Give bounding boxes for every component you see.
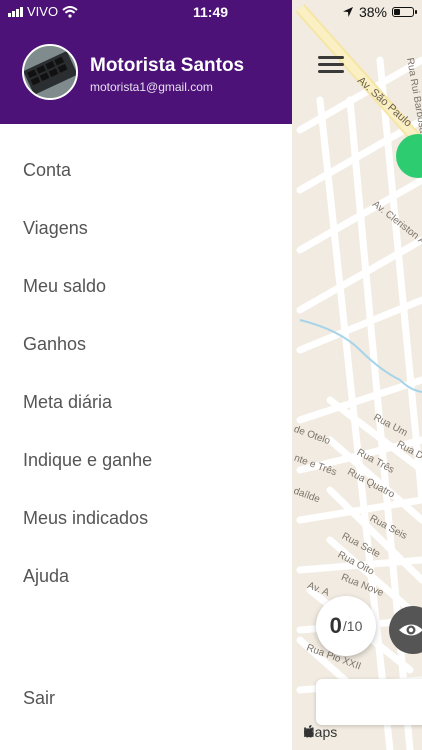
menu-item-indique-e-ganhe[interactable]: Indique e ganhe xyxy=(0,431,292,489)
battery-icon xyxy=(392,7,417,17)
trip-count: 0 xyxy=(329,613,342,638)
trip-total: /10 xyxy=(342,618,363,634)
eye-icon xyxy=(399,624,422,636)
menu-item-meus-indicados[interactable]: Meus indicados xyxy=(0,489,292,547)
status-time: 11:49 xyxy=(193,4,229,20)
user-name: Motorista Santos xyxy=(90,55,245,76)
avatar[interactable] xyxy=(22,44,78,100)
apple-logo-icon xyxy=(304,725,314,738)
hamburger-menu-icon[interactable] xyxy=(318,53,346,77)
navigation-drawer: Motorista Santos motorista1@gmail.com Co… xyxy=(0,0,292,750)
menu-item-viagens[interactable]: Viagens xyxy=(0,199,292,257)
bottom-card[interactable] xyxy=(316,679,422,725)
menu-item-ganhos[interactable]: Ganhos xyxy=(0,315,292,373)
visibility-button[interactable] xyxy=(389,606,422,654)
wifi-icon xyxy=(62,5,78,18)
maps-attribution[interactable]: Maps xyxy=(303,724,337,740)
location-arrow-icon xyxy=(342,7,353,17)
battery-percent: 38% xyxy=(358,4,387,20)
status-left: VIVO xyxy=(8,4,78,19)
trip-counter[interactable]: 0 /10 xyxy=(316,596,376,656)
logout-button[interactable]: Sair xyxy=(0,669,292,727)
menu-item-conta[interactable]: Conta xyxy=(0,141,292,199)
user-email: motorista1@gmail.com xyxy=(90,80,213,94)
menu-item-meu-saldo[interactable]: Meu saldo xyxy=(0,257,292,315)
menu-item-meta-diaria[interactable]: Meta diária xyxy=(0,373,292,431)
avatar-image xyxy=(24,46,76,98)
status-right: 38% xyxy=(342,4,417,20)
menu-item-ajuda[interactable]: Ajuda xyxy=(0,547,292,605)
status-bar: VIVO 11:49 38% xyxy=(0,0,422,24)
drawer-menu: Conta Viagens Meu saldo Ganhos Meta diár… xyxy=(0,141,292,605)
carrier-name: VIVO xyxy=(27,4,59,19)
battery-fill xyxy=(394,9,401,15)
cell-signal-icon xyxy=(8,6,23,17)
